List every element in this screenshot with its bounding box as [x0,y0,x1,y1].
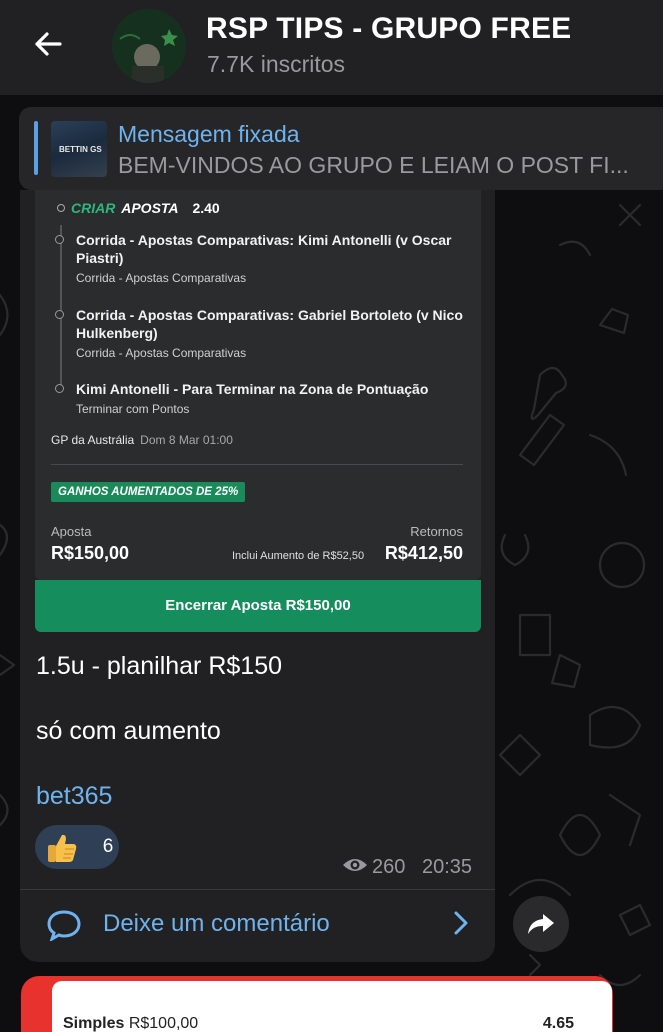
leg-dot [55,235,64,244]
bet-header-dot [57,204,65,212]
next-bet-card[interactable]: Simples R$100,00 4.65 [52,981,612,1032]
cashout-button[interactable]: Encerrar Aposta R$150,00 [35,580,481,632]
leg-market: Terminar com Pontos [76,402,190,416]
pinned-message-bar[interactable]: BETTIN GS Mensagem fixada BEM-VINDOS AO … [19,107,663,190]
leg-market: Corrida - Apostas Comparativas [76,346,247,360]
bet-leg: Corrida - Apostas Comparativas: Kimi Ant… [55,231,466,285]
bet-leg: Kimi Antonelli - Para Terminar na Zona d… [55,380,466,416]
pinned-indicator [34,121,38,175]
leg-dot [55,310,64,319]
stake-label: Aposta [51,524,92,539]
next-bet-type: Simples [63,1015,125,1032]
thumbs-up-icon [48,834,77,862]
boost-badge: GANHOS AUMENTADOS DE 25% [51,482,246,502]
share-button[interactable] [513,896,569,952]
arrow-left-icon [35,32,62,56]
message-line: só com aumento [36,717,221,745]
bet-divider [51,464,463,465]
pinned-text: BEM-VINDOS AO GRUPO E LEIAM O POST FI... [118,152,629,178]
next-bet-odds: 4.65 [542,1015,574,1032]
comment-bubble-icon [47,910,81,941]
subscriber-count: 7.7K inscritos [207,51,346,77]
eye-icon [343,859,367,871]
next-message-bubble: Simples R$100,00 4.65 [21,976,613,1032]
bet-aposta-label: APOSTA [121,200,179,216]
leg-title: Kimi Antonelli - Para Terminar na Zona d… [76,381,429,397]
bet-criar-label: CRIAR [71,200,116,216]
leg-market: Corrida - Apostas Comparativas [76,271,247,285]
bet-timeline [60,225,62,390]
channel-title[interactable]: RSP TIPS - GRUPO FREE [206,12,571,46]
message-line: 1.5u - planilhar R$150 [36,652,282,680]
leg-dot [55,384,64,393]
returns-label: Retornos [410,524,463,539]
message-time: 20:35 [422,856,473,878]
event-date: Dom 8 Mar 01:00 [140,433,233,447]
bet-header: CRIAR APOSTA 2.40 [57,200,220,216]
channel-avatar[interactable] [112,9,186,83]
event-name: GP da Austrália [51,433,135,447]
reaction-count: 6 [102,836,114,857]
bet-leg: Corrida - Apostas Comparativas: Gabriel … [55,306,466,360]
leg-title: Corrida - Apostas Comparativas: Gabriel … [76,307,463,341]
share-arrow-icon [528,914,554,934]
avatar-image [112,9,186,83]
message-bubble: CRIAR APOSTA 2.40 Corrida - Apostas Comp… [20,190,495,962]
comment-divider [20,889,495,890]
pinned-thumbnail-text: BETTIN GS [59,145,102,154]
next-bet-label: Simples R$100,00 [63,1015,198,1032]
chat-header: RSP TIPS - GRUPO FREE 7.7K inscritos [0,0,663,95]
next-bet-stake: R$100,00 [128,1015,199,1032]
bet-slip-image[interactable]: CRIAR APOSTA 2.40 Corrida - Apostas Comp… [35,190,481,580]
returns-value: R$412,50 [384,543,463,563]
message-link[interactable]: bet365 [36,782,112,811]
back-button[interactable] [28,24,68,64]
reaction-thumbs-up[interactable]: 6 [35,825,119,869]
chevron-right-icon[interactable] [452,910,470,936]
stake-value: R$150,00 [51,543,130,563]
pinned-title: Mensagem fixada [118,121,300,147]
view-count: 260 [372,856,406,878]
leg-title: Corrida - Apostas Comparativas: Kimi Ant… [76,232,452,266]
bet-event: GP da Austrália Dom 8 Mar 01:00 [51,433,233,447]
returns-note: Inclui Aumento de R$52,50 [232,550,365,562]
comment-button[interactable]: Deixe um comentário [103,910,330,938]
pinned-thumbnail: BETTIN GS [51,121,107,177]
bet-odds: 2.40 [192,200,220,216]
